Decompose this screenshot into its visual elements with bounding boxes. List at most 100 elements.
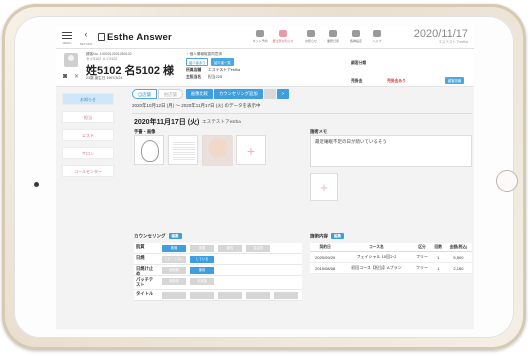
- menu-button[interactable]: MENU: [61, 30, 73, 45]
- tab-own-store[interactable]: 自店舗: [132, 89, 157, 99]
- add-memo-button[interactable]: +: [310, 173, 338, 201]
- counseling-row: タイトル: [134, 290, 302, 301]
- nav-reservation-label: ネット予約: [252, 39, 268, 43]
- reservation-icon: [256, 30, 264, 37]
- receivable-label: 売掛金: [351, 79, 363, 83]
- history-column-header: 回数: [431, 243, 445, 252]
- front-camera: [34, 182, 39, 187]
- camera-icon[interactable]: ◙: [63, 73, 67, 80]
- history-cell: 2020/09/29: [310, 251, 341, 263]
- menu-label: MENU: [62, 40, 72, 45]
- nav-notice[interactable]: お知らせ: [300, 30, 322, 43]
- counseling-option[interactable]: [218, 292, 242, 299]
- customer-age-birthday: 23歳 誕生日 1997/3/24: [86, 76, 123, 80]
- store-value: エステストアestha: [208, 68, 241, 72]
- counseling-row-label: 日焼け止め: [136, 266, 154, 276]
- history-cell: 初回コース【担当】Aプラン: [340, 262, 413, 274]
- sidebar-item-4[interactable]: コールセンター: [62, 165, 114, 177]
- photo-thumbnail-face-sketch[interactable]: [134, 135, 164, 165]
- help-icon: [373, 30, 381, 37]
- nav-alert[interactable]: 要注意お知らせ: [272, 30, 294, 43]
- counseling-option[interactable]: 混合肌: [246, 245, 270, 252]
- back-button[interactable]: ‹ RETURN: [78, 29, 94, 49]
- nav-daily[interactable]: 業務日報: [322, 30, 344, 43]
- home-button[interactable]: [496, 170, 518, 192]
- history-cell: 2,160: [444, 262, 472, 274]
- add-counseling-button[interactable]: カウンセリング追加: [213, 89, 263, 99]
- counseling-row-label: タイトル: [136, 291, 154, 296]
- counseling-row: 肌質 乾燥 普通 脂性 混合肌: [134, 243, 302, 254]
- history-title-text: 施術内容: [310, 233, 328, 239]
- counseling-option[interactable]: 脂性: [218, 245, 242, 252]
- counseling-row-label: パッチテスト: [136, 277, 154, 287]
- counseling-option[interactable]: 乾燥: [162, 245, 186, 252]
- close-icon[interactable]: ✕: [74, 73, 79, 80]
- image-compare-button[interactable]: 画像比較: [185, 89, 213, 99]
- sidebar-item-0[interactable]: お知らせ: [62, 93, 114, 105]
- history-cell: 5,500: [444, 251, 472, 263]
- nav-notice-label: お知らせ: [305, 39, 317, 43]
- nav-alert-label: 要注意お知らせ: [272, 39, 294, 43]
- customer-detail-button[interactable]: 顧客情報: [445, 77, 465, 84]
- counseling-row-label: 日焼: [136, 255, 145, 260]
- sidebar-item-3[interactable]: サロン: [62, 147, 114, 159]
- nav-settings-label: 各種設定: [349, 39, 362, 43]
- history-section-title: 施術内容 編集: [310, 233, 344, 240]
- photo-thumbnail-document[interactable]: [168, 135, 198, 165]
- history-edit-button[interactable]: 編集: [331, 233, 344, 239]
- history-header-row: 契約日 コース名 区分 回数 金額(税込): [310, 243, 472, 252]
- referral-list-chip[interactable]: 紹介者一覧: [211, 58, 234, 66]
- current-date: 2020/11/17: [413, 28, 468, 40]
- nav-help-label: ヘルプ: [372, 39, 382, 43]
- next-button[interactable]: >: [276, 89, 290, 99]
- counseling-section-title: カウンセリング 編集: [134, 233, 182, 240]
- counseling-option[interactable]: 未実施: [190, 278, 214, 285]
- history-table: 契約日 コース名 区分 回数 金額(税込) 2020/09/29 フェイシャル 10回ｺｰ…: [310, 243, 472, 274]
- table-row[interactable]: 2020/09/29 フェイシャル 10回ｺｰｽ フリー 1 5,500: [310, 251, 472, 263]
- history-cell: 1: [431, 262, 445, 274]
- counseling-row: 日焼 したことない している: [134, 254, 302, 265]
- nav-help[interactable]: ヘルプ: [366, 30, 388, 43]
- nav-settings[interactable]: 各種設定: [345, 30, 367, 43]
- counseling-title-text: カウンセリング: [134, 233, 166, 239]
- category-label: 顧客分類: [351, 61, 367, 65]
- referral-chip[interactable]: 紹介者あり: [186, 58, 209, 66]
- staff-value: 担当225: [208, 75, 222, 79]
- sidebar-item-2[interactable]: エステ: [62, 129, 114, 141]
- person-alert-icon: [279, 30, 287, 37]
- counseling-option[interactable]: 使用無: [162, 267, 186, 274]
- counseling-option[interactable]: 普通: [190, 245, 214, 252]
- photo-thumbnail-skin[interactable]: [202, 135, 233, 166]
- counseling-option[interactable]: [274, 292, 298, 299]
- history-cell: フェイシャル 10回ｺｰｽ: [340, 251, 413, 263]
- counseling-option[interactable]: [190, 292, 214, 299]
- back-label: RETURN: [79, 42, 93, 46]
- blank-button[interactable]: [263, 89, 276, 99]
- nav-reservation[interactable]: ネット予約: [249, 30, 271, 43]
- treatment-history: 契約日 コース名 区分 回数 金額(税込) 2020/09/29 フェイシャル 10回ｺｰ…: [310, 243, 472, 274]
- receivable-warning: 売掛金あり: [387, 79, 406, 83]
- history-cell: 2019/08/08: [310, 262, 341, 274]
- counseling-option[interactable]: したことない: [162, 256, 186, 263]
- counseling-option[interactable]: 使用: [190, 267, 214, 274]
- toolbar: 自店舗 他店舗 画像比較 カウンセリング追加 >: [132, 89, 290, 99]
- counseling-option[interactable]: 実施済: [162, 278, 186, 285]
- face-sketch-image: [141, 140, 159, 162]
- counseling-option[interactable]: [246, 292, 270, 299]
- sidebar-item-1[interactable]: 担当: [62, 111, 114, 123]
- tab-other-store[interactable]: 他店舗: [157, 89, 183, 99]
- history-column-header: 区分: [412, 243, 432, 252]
- add-photo-button[interactable]: +: [236, 135, 266, 165]
- table-row[interactable]: 2019/08/08 初回コース【担当】Aプラン フリー 1 2,160: [310, 262, 472, 274]
- referral-chips: 紹介者あり 紹介者一覧: [186, 58, 235, 66]
- counseling-option[interactable]: している: [190, 256, 214, 263]
- history-body: 2020/09/29 フェイシャル 10回ｺｰｽ フリー 1 5,500 2019/08/…: [310, 251, 472, 274]
- document-image: [173, 140, 195, 162]
- app-logo: Esthe Answer: [98, 32, 172, 43]
- hamburger-icon: [62, 31, 72, 33]
- date-range-text: 2020年10月12日 (月) 〜 2020年11月17日 (火) のデータを表…: [132, 103, 261, 108]
- counseling-edit-button[interactable]: 編集: [168, 233, 182, 239]
- customer-header: ◙ ✕ 顧客No. 1000012001050102 セイ5102 メイ5102…: [56, 49, 474, 87]
- counseling-option[interactable]: [162, 292, 186, 299]
- gear-icon: [352, 30, 360, 37]
